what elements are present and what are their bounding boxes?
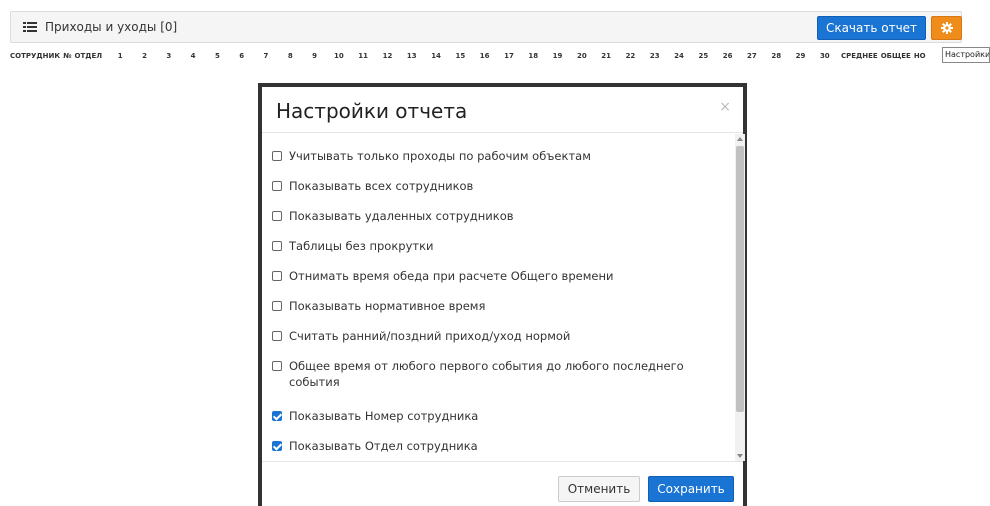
modal-scrollbar[interactable] xyxy=(735,134,745,461)
column-day[interactable]: 3 xyxy=(157,52,181,66)
option-label: Отнимать время обеда при расчете Общего … xyxy=(289,269,614,283)
column-total[interactable]: ОБЩЕЕ xyxy=(881,52,914,66)
scroll-up-icon[interactable] xyxy=(737,137,743,141)
option-label: Показывать Номер сотрудника xyxy=(289,409,479,423)
report-settings-modal: Настройки отчета × Учитывать только прох… xyxy=(258,83,747,506)
column-day[interactable]: 26 xyxy=(715,52,739,66)
report-panel-header: Приходы и уходы [0] Скачать отчет xyxy=(10,11,962,43)
scroll-thumb[interactable] xyxy=(736,146,744,412)
option-label: Считать ранний/поздний приход/уход нормо… xyxy=(289,329,571,343)
gear-icon xyxy=(940,22,953,34)
column-day[interactable]: 6 xyxy=(230,52,254,66)
column-number[interactable]: № xyxy=(63,52,74,66)
column-day[interactable]: 23 xyxy=(643,52,667,66)
checkbox[interactable] xyxy=(272,411,282,421)
option-label: Учитывать только проходы по рабочим объе… xyxy=(289,149,591,163)
option-show-deleted-employees[interactable]: Показывать удаленных сотрудников xyxy=(272,208,514,224)
column-day[interactable]: 10 xyxy=(327,52,351,66)
column-average[interactable]: СРЕДНЕЕ xyxy=(837,52,881,66)
settings-button[interactable] xyxy=(931,16,962,40)
table-column-headers: СОТРУДНИК № ОТДЕЛ 1 2 3 4 5 6 7 8 9 10 1… xyxy=(10,52,929,66)
column-day[interactable]: 14 xyxy=(424,52,448,66)
column-day[interactable]: 19 xyxy=(545,52,569,66)
column-day[interactable]: 17 xyxy=(497,52,521,66)
panel-title: Приходы и уходы [0] xyxy=(23,20,177,34)
download-report-button[interactable]: Скачать отчет xyxy=(817,16,926,40)
option-label: Таблицы без прокрутки xyxy=(289,239,434,253)
page: Приходы и уходы [0] Скачать отчет Настро… xyxy=(0,0,990,506)
column-day[interactable]: 13 xyxy=(400,52,424,66)
column-day[interactable]: 28 xyxy=(764,52,788,66)
option-early-late-normal[interactable]: Считать ранний/поздний приход/уход нормо… xyxy=(272,328,570,344)
option-label: Общее время от любого первого события до… xyxy=(289,359,684,389)
option-show-normative-time[interactable]: Показывать нормативное время xyxy=(272,298,485,314)
checkbox[interactable] xyxy=(272,181,282,191)
checkbox[interactable] xyxy=(272,331,282,341)
cancel-button[interactable]: Отменить xyxy=(558,476,640,502)
checkbox[interactable] xyxy=(272,271,282,281)
option-subtract-lunch[interactable]: Отнимать время обеда при расчете Общего … xyxy=(272,268,613,284)
column-day[interactable]: 24 xyxy=(667,52,691,66)
column-day[interactable]: 9 xyxy=(302,52,326,66)
option-show-all-employees[interactable]: Показывать всех сотрудников xyxy=(272,178,473,194)
option-tables-no-scroll[interactable]: Таблицы без прокрутки xyxy=(272,238,434,254)
column-day[interactable]: 25 xyxy=(691,52,715,66)
column-department[interactable]: ОТДЕЛ xyxy=(75,52,109,66)
checkbox[interactable] xyxy=(272,241,282,251)
option-work-objects[interactable]: Учитывать только проходы по рабочим объе… xyxy=(272,148,591,164)
column-norm[interactable]: НО xyxy=(914,52,929,66)
save-button[interactable]: Сохранить xyxy=(648,476,734,502)
column-day[interactable]: 7 xyxy=(254,52,278,66)
column-day[interactable]: 29 xyxy=(788,52,812,66)
column-day[interactable]: 21 xyxy=(594,52,618,66)
checkbox[interactable] xyxy=(272,441,282,451)
checkbox[interactable] xyxy=(272,151,282,161)
option-label: Показывать Отдел сотрудника xyxy=(289,439,478,453)
column-day[interactable]: 18 xyxy=(521,52,545,66)
column-day[interactable]: 22 xyxy=(618,52,642,66)
column-day[interactable]: 12 xyxy=(375,52,399,66)
option-label: Показывать удаленных сотрудников xyxy=(289,209,514,223)
column-day[interactable]: 4 xyxy=(181,52,205,66)
modal-title: Настройки отчета xyxy=(276,99,468,123)
column-day[interactable]: 5 xyxy=(205,52,229,66)
column-day[interactable]: 2 xyxy=(132,52,156,66)
modal-body: Учитывать только проходы по рабочим объе… xyxy=(262,134,735,461)
panel-title-text: Приходы и уходы [0] xyxy=(45,20,178,34)
option-label: Показывать нормативное время xyxy=(289,299,486,313)
option-show-employee-number[interactable]: Показывать Номер сотрудника xyxy=(272,408,478,424)
column-day[interactable]: 30 xyxy=(813,52,837,66)
option-show-employee-department[interactable]: Показывать Отдел сотрудника xyxy=(272,438,478,454)
settings-tooltip: Настройки xyxy=(942,47,990,63)
column-day[interactable]: 20 xyxy=(570,52,594,66)
checkbox[interactable] xyxy=(272,211,282,221)
column-day[interactable]: 16 xyxy=(473,52,497,66)
option-total-first-last-event[interactable]: Общее время от любого первого события до… xyxy=(272,358,702,390)
column-day[interactable]: 27 xyxy=(740,52,764,66)
checkbox[interactable] xyxy=(272,361,282,371)
modal-footer: Отменить Сохранить xyxy=(262,461,743,506)
column-employee[interactable]: СОТРУДНИК xyxy=(10,52,63,66)
modal-header: Настройки отчета × xyxy=(262,87,743,133)
scroll-down-icon[interactable] xyxy=(737,454,743,458)
column-day[interactable]: 8 xyxy=(278,52,302,66)
close-icon[interactable]: × xyxy=(719,99,731,115)
checkbox[interactable] xyxy=(272,301,282,311)
option-label: Показывать всех сотрудников xyxy=(289,179,474,193)
column-day[interactable]: 15 xyxy=(448,52,472,66)
column-day[interactable]: 11 xyxy=(351,52,375,66)
list-icon xyxy=(23,21,37,33)
column-day[interactable]: 1 xyxy=(108,52,132,66)
